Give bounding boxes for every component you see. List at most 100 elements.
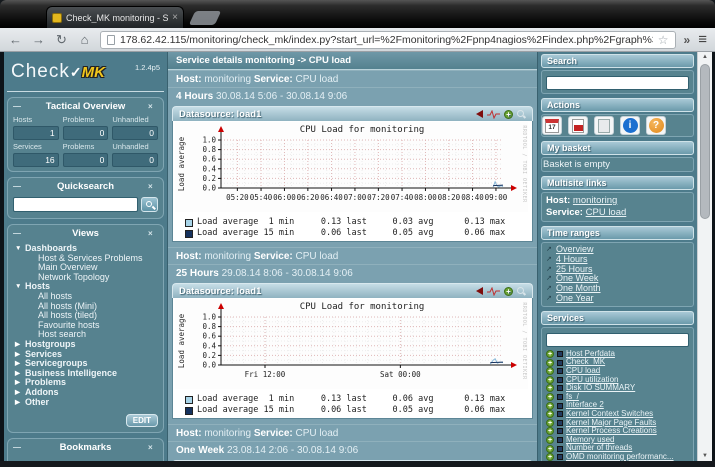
service-link-row[interactable]: + CPU load bbox=[546, 367, 689, 376]
calendar-action-button[interactable]: 17 bbox=[542, 116, 562, 135]
service-link-row[interactable]: + Memory used bbox=[546, 436, 689, 445]
service-link-row[interactable]: + Kernel Context Switches bbox=[546, 410, 689, 419]
basket-add-icon[interactable]: + bbox=[546, 436, 554, 445]
tactical-value[interactable]: 16 bbox=[13, 153, 59, 167]
service-link-row[interactable]: + OMD monitoring performanc... bbox=[546, 453, 689, 461]
export-action-button[interactable] bbox=[594, 116, 614, 135]
sound-icon[interactable] bbox=[476, 287, 483, 295]
service-link-row[interactable]: + Kernel Process Creations bbox=[546, 427, 689, 436]
back-icon[interactable]: ← bbox=[8, 33, 23, 46]
tactical-value[interactable]: 0 bbox=[112, 126, 158, 140]
service-link-row[interactable]: + CPU utilization bbox=[546, 376, 689, 385]
service-link[interactable]: fs_/ bbox=[566, 393, 579, 402]
close-icon[interactable]: × bbox=[148, 182, 158, 191]
tactical-value[interactable]: 0 bbox=[62, 153, 109, 167]
basket-add-icon[interactable]: + bbox=[546, 384, 554, 393]
quicksearch-input[interactable] bbox=[13, 197, 138, 212]
multisite-service-label: Service: bbox=[546, 207, 583, 218]
service-link-row[interactable]: + Host Perfdata bbox=[546, 350, 689, 359]
service-link-row[interactable]: + Check_MK bbox=[546, 358, 689, 367]
views-tree-item[interactable]: ▼ Hosts bbox=[15, 282, 158, 292]
minimize-icon[interactable]: — bbox=[13, 443, 23, 452]
service-link[interactable]: CPU utilization bbox=[566, 376, 618, 385]
service-link[interactable]: Kernel Process Creations bbox=[566, 427, 657, 436]
service-link[interactable]: Disk IO SUMMARY bbox=[566, 384, 635, 393]
service-link[interactable]: OMD monitoring performanc... bbox=[566, 453, 674, 461]
basket-add-icon[interactable]: + bbox=[546, 427, 554, 436]
add-graph-icon[interactable]: + bbox=[504, 109, 513, 119]
basket-add-icon[interactable]: + bbox=[546, 401, 554, 410]
services-filter-input[interactable] bbox=[546, 332, 689, 347]
close-icon[interactable]: × bbox=[148, 229, 158, 238]
basket-add-icon[interactable]: + bbox=[546, 418, 554, 427]
service-link[interactable]: CPU load bbox=[566, 367, 600, 376]
timerange-link-row[interactable]: ↗ One Year bbox=[546, 293, 689, 304]
zoom-graph-icon[interactable] bbox=[517, 286, 526, 296]
reload-icon[interactable]: ↻ bbox=[54, 33, 69, 46]
checkmk-logo[interactable]: Check✓MK 1.2.4p5 bbox=[7, 55, 164, 92]
add-graph-icon[interactable]: + bbox=[504, 286, 513, 296]
service-link-row[interactable]: + Number of threads bbox=[546, 444, 689, 453]
basket-add-icon[interactable]: + bbox=[546, 444, 554, 453]
home-icon[interactable]: ⌂ bbox=[77, 33, 92, 46]
basket-add-icon[interactable]: + bbox=[546, 410, 554, 419]
service-link[interactable]: Check_MK bbox=[566, 358, 605, 367]
close-icon[interactable]: × bbox=[148, 102, 158, 111]
browser-tab[interactable]: Check_MK monitoring - S × bbox=[46, 6, 184, 28]
forward-icon[interactable]: → bbox=[31, 33, 46, 46]
basket-add-icon[interactable]: + bbox=[546, 358, 554, 367]
service-link-row[interactable]: + Disk IO SUMMARY bbox=[546, 384, 689, 393]
bookmark-star-icon[interactable]: ☆ bbox=[658, 33, 669, 47]
info-action-button[interactable]: i bbox=[620, 116, 640, 135]
quicksearch-button[interactable] bbox=[141, 197, 158, 212]
extensions-overflow-icon[interactable]: » bbox=[684, 33, 691, 47]
tactical-value[interactable]: 0 bbox=[62, 126, 109, 140]
zoom-graph-icon[interactable] bbox=[517, 109, 526, 119]
basket-add-icon[interactable]: + bbox=[546, 350, 554, 359]
timerange-link[interactable]: One Year bbox=[556, 293, 594, 304]
svg-text:0.4: 0.4 bbox=[202, 341, 216, 350]
basket-add-icon[interactable]: + bbox=[546, 367, 554, 376]
sound-icon[interactable] bbox=[476, 110, 483, 118]
service-link-row[interactable]: + Kernel Major Page Faults bbox=[546, 419, 689, 428]
basket-add-icon[interactable]: + bbox=[546, 375, 554, 384]
tactical-value[interactable]: 0 bbox=[112, 153, 158, 167]
pnp-search-input[interactable] bbox=[546, 76, 689, 90]
service-link[interactable]: Kernel Major Page Faults bbox=[566, 419, 656, 428]
address-bar[interactable]: 178.62.42.115/monitoring/check_mk/index.… bbox=[100, 30, 676, 49]
basket-add-icon[interactable]: + bbox=[546, 393, 554, 402]
scrollbar-thumb[interactable] bbox=[700, 64, 710, 219]
close-icon[interactable]: × bbox=[148, 443, 158, 452]
tab-close-icon[interactable]: × bbox=[172, 12, 178, 23]
help-action-button[interactable]: ? bbox=[646, 116, 666, 135]
tactical-value[interactable]: 1 bbox=[13, 126, 59, 140]
browser-menu-icon[interactable]: ≡ bbox=[698, 32, 707, 47]
service-link[interactable]: Host Perfdata bbox=[566, 350, 615, 359]
service-link[interactable]: Memory used bbox=[566, 436, 614, 445]
views-tree-item[interactable]: Favourite hosts bbox=[15, 320, 158, 331]
vertical-scrollbar[interactable]: ▲ ▼ bbox=[697, 52, 712, 461]
service-link[interactable]: Kernel Context Switches bbox=[566, 410, 653, 419]
minimize-icon[interactable]: — bbox=[13, 229, 23, 238]
views-tree-item[interactable]: ▶ Other bbox=[15, 397, 158, 408]
service-link[interactable]: Number of threads bbox=[566, 444, 632, 453]
multisite-host-link[interactable]: monitoring bbox=[573, 195, 617, 206]
service-link-row[interactable]: + fs_/ bbox=[546, 393, 689, 402]
rrd-graph-25h[interactable]: 0.0 0.2 0.4 0.6 0.8 1.0 Fri 12:00 Sat 00:00 CPU … bbox=[172, 298, 533, 419]
rrd-graph-4h[interactable]: 0.0 0.2 0.4 0.6 0.8 1.0 05:20 05:40 06:00 06:20 06… bbox=[172, 121, 533, 242]
host-service-row: Host: monitoring Service: CPU load bbox=[168, 70, 537, 87]
minimize-icon[interactable]: — bbox=[13, 102, 23, 111]
views-edit-button[interactable]: EDIT bbox=[125, 414, 158, 428]
service-link-row[interactable]: + Interface 2 bbox=[546, 401, 689, 410]
pulse-icon[interactable] bbox=[487, 286, 500, 296]
service-link[interactable]: Interface 2 bbox=[566, 401, 604, 410]
url-text[interactable]: 178.62.42.115/monitoring/check_mk/index.… bbox=[120, 34, 653, 46]
basket-add-icon[interactable]: + bbox=[546, 453, 554, 461]
scroll-up-icon[interactable]: ▲ bbox=[698, 52, 712, 62]
pulse-icon[interactable] bbox=[487, 109, 500, 119]
pdf-action-button[interactable] bbox=[568, 116, 588, 135]
minimize-icon[interactable]: — bbox=[13, 182, 23, 191]
scroll-down-icon[interactable]: ▼ bbox=[698, 451, 712, 461]
multisite-service-link[interactable]: CPU load bbox=[586, 207, 627, 218]
new-tab-button[interactable] bbox=[188, 11, 222, 25]
